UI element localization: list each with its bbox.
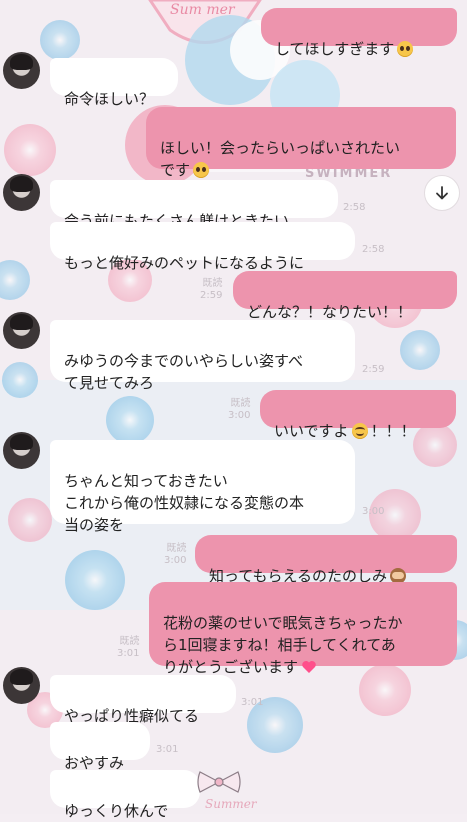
message-bubble-outgoing[interactable]: 知ってもらえるのたのしみ [195,535,457,585]
message-bubble-incoming[interactable]: ゆっくり休んで [50,770,200,820]
message-text: いいですよ [274,422,349,440]
message-timestamp: 3:01 [241,697,264,708]
message-bubble-outgoing[interactable]: ほしい！会ったらいっぱいされたい です [146,107,456,179]
message-timestamp: 3:00 [362,506,385,517]
pleading-face-icon [397,41,414,57]
sticker-text-sum-mer: Sum mer [170,2,236,18]
message-text: ゆっくり休んで [64,802,169,820]
ribbon-bow-icon [197,771,241,793]
message-text-suffix: ！！！ [370,422,416,440]
smiling-face-icon [351,423,368,439]
message-bubble-incoming[interactable]: ちゃんと知っておきたい これから俺の性奴隷になる変態の本 当の姿を [50,440,355,534]
avatar[interactable] [3,312,40,349]
message-bubble-incoming[interactable]: やっぱり性癖似てる [50,675,236,725]
message-text: してほしすぎます [275,40,395,58]
sticker-text-summer: Summer [205,797,258,811]
avatar[interactable] [3,52,40,89]
message-bubble-outgoing[interactable]: してほしすぎます [261,8,457,58]
message-timestamp: 2:59 [362,364,385,375]
message-text: もっと俺好みのペットになるように [64,254,305,272]
read-receipt: 既読 2:59 [200,278,223,301]
pink-heart-icon [302,661,316,673]
message-bubble-incoming[interactable]: おやすみ [50,722,150,772]
avatar[interactable] [3,667,40,704]
message-timestamp: 2:58 [343,202,366,213]
read-receipt: 既読 3:00 [164,543,187,566]
message-text: どんな？！なりたい！！ [247,303,413,321]
message-timestamp: 2:58 [362,244,385,255]
message-bubble-outgoing[interactable]: いいですよ ！！！ [260,390,456,440]
pleading-face-icon [193,162,210,178]
arrow-down-icon [436,186,448,200]
message-bubble-incoming[interactable]: みゆうの今までのいやらしい姿すべ て見せてみろ [50,320,355,392]
read-receipt: 既読 3:01 [117,636,140,659]
message-bubble-outgoing[interactable]: どんな？！なりたい！！ [233,271,457,321]
scroll-to-bottom-button[interactable] [424,175,460,211]
message-bubble-incoming[interactable]: 会う前にもたくさん躾けときたい [50,180,338,230]
avatar[interactable] [3,432,40,469]
message-text: 命令ほしい？ [64,90,155,108]
avatar[interactable] [3,174,40,211]
read-receipt: 既読 3:00 [228,398,251,421]
message-timestamp: 3:01 [156,744,179,755]
message-bubble-outgoing[interactable]: 花粉の薬のせいで眠気きちゃったか ら1回寝ますね！相手してくれてあ りがとうござ… [149,582,457,676]
message-bubble-incoming[interactable]: もっと俺好みのペットになるように [50,222,355,272]
message-bubble-incoming[interactable]: 命令ほしい？ [50,58,178,108]
